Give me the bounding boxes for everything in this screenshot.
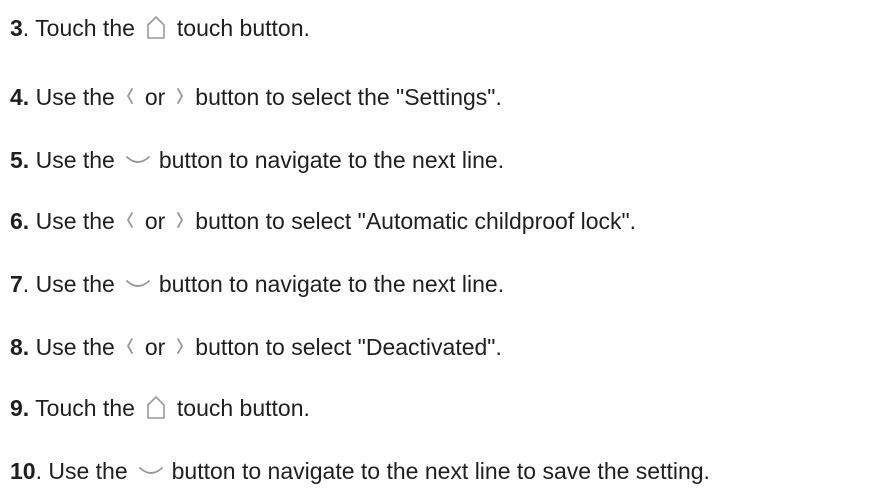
chevron-down-icon	[125, 277, 151, 291]
step-item: 10. Use the button to navigate to the nex…	[10, 455, 710, 487]
step-number: 7	[10, 270, 23, 297]
chevron-right-icon	[175, 337, 185, 357]
step-number: 10	[10, 457, 36, 484]
step-item: 4. Use the or button to select the "Settin…	[10, 81, 502, 113]
step-number: 8.	[10, 333, 30, 360]
step-item: 3. Touch the touch button.	[10, 12, 310, 44]
step-text: button to select the "Settings".	[195, 83, 502, 110]
step-text: button to select "Automatic childproof l…	[195, 207, 637, 234]
step-text: Touch the	[29, 14, 135, 41]
step-text: button to navigate to the next line.	[158, 146, 505, 173]
step-text: or	[144, 333, 166, 360]
step-text: Touch the	[29, 394, 135, 421]
step-item: 6. Use the or button to select "Automatic …	[10, 205, 636, 237]
home-icon	[145, 15, 167, 41]
step-text: Use the	[29, 333, 115, 360]
step-text: touch button.	[176, 14, 310, 41]
step-number: 5.	[10, 146, 30, 173]
chevron-left-icon	[125, 337, 135, 357]
step-item: 7. Use the button to navigate to the next…	[10, 268, 504, 300]
step-text: Use the	[29, 146, 115, 173]
step-text: button to navigate to the next line to s…	[171, 457, 710, 484]
step-item: 5. Use the button to navigate to the next…	[10, 144, 504, 176]
step-text: Use the	[41, 457, 128, 484]
step-item: 8. Use the or button to select "Deactivate…	[10, 331, 502, 363]
chevron-right-icon	[175, 211, 185, 231]
step-text: Use the	[29, 270, 115, 297]
chevron-down-icon	[138, 464, 164, 478]
step-text: touch button.	[176, 394, 310, 421]
chevron-right-icon	[175, 87, 185, 107]
step-text: button to select "Deactivated".	[195, 333, 502, 360]
step-item: 9. Touch the touch button.	[10, 392, 310, 424]
step-text: Use the	[29, 83, 115, 110]
chevron-down-icon	[125, 153, 151, 167]
step-text: or	[144, 83, 166, 110]
step-number: 4.	[10, 83, 30, 110]
step-number: 9.	[10, 394, 30, 421]
step-text: Use the	[29, 207, 115, 234]
step-text: button to navigate to the next line.	[158, 270, 505, 297]
step-number: 6.	[10, 207, 30, 234]
step-text: or	[144, 207, 166, 234]
chevron-left-icon	[125, 211, 135, 231]
step-number: 3	[10, 14, 23, 41]
chevron-left-icon	[125, 87, 135, 107]
home-icon	[145, 395, 167, 421]
